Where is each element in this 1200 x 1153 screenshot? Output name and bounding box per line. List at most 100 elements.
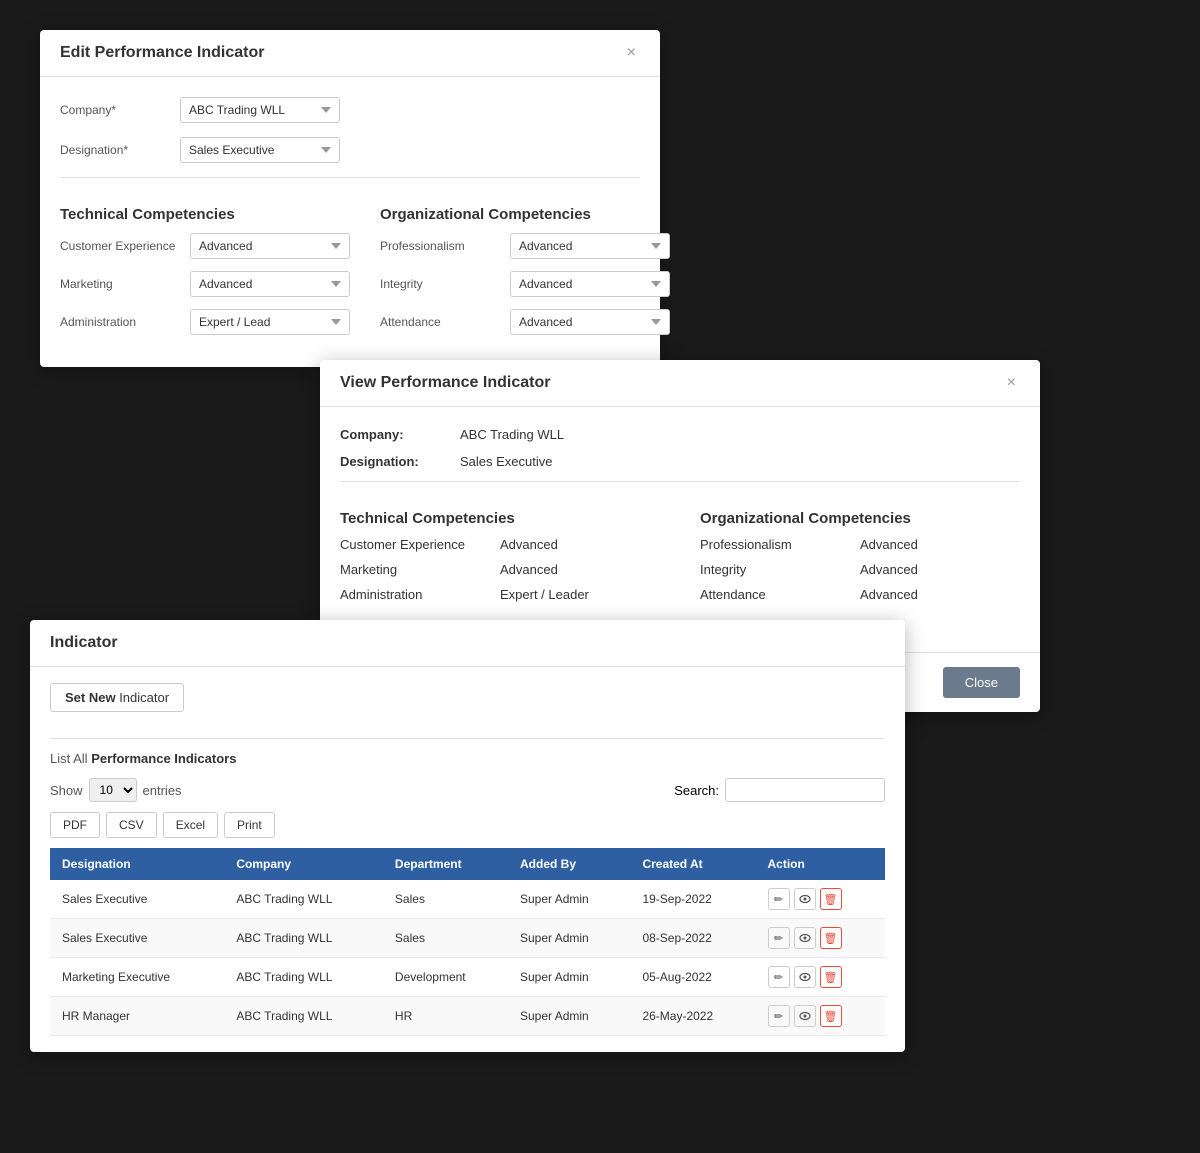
list-panel: Indicator Set New Indicator List All Per… <box>30 620 905 1052</box>
table-controls: Show 10 25 50 entries Search: <box>50 778 885 802</box>
search-label: Search: <box>674 783 719 798</box>
table-header-row: Designation Company Department Added By … <box>50 848 885 880</box>
action-icons: ✏ 🗑 <box>768 888 873 910</box>
edit-modal-close[interactable]: × <box>623 44 640 62</box>
designation-select[interactable]: Sales Executive <box>180 137 340 163</box>
cell-added-by: Super Admin <box>508 997 630 1036</box>
org-select-1[interactable]: Advanced <box>510 271 670 297</box>
edit-modal-header: Edit Performance Indicator × <box>40 30 660 77</box>
view-company-field: Company: ABC Trading WLL <box>340 427 1020 442</box>
cell-action: ✏ 🗑 <box>756 997 885 1036</box>
eye-icon <box>799 932 811 944</box>
view-tech-row-1: Marketing Advanced <box>340 562 660 577</box>
view-icon[interactable] <box>794 1005 816 1027</box>
table-row: Sales Executive ABC Trading WLL Sales Su… <box>50 880 885 919</box>
organizational-title: Organizational Competencies <box>380 206 670 223</box>
table-row: HR Manager ABC Trading WLL HR Super Admi… <box>50 997 885 1036</box>
cell-added-by: Super Admin <box>508 958 630 997</box>
eye-icon <box>799 971 811 983</box>
view-divider <box>340 481 1020 482</box>
view-company-value: ABC Trading WLL <box>460 427 564 442</box>
cell-department: HR <box>383 997 508 1036</box>
delete-icon[interactable]: 🗑 <box>820 927 842 949</box>
pdf-button[interactable]: PDF <box>50 812 100 838</box>
search-input[interactable] <box>725 778 885 802</box>
entries-label: entries <box>143 783 182 798</box>
technical-title: Technical Competencies <box>60 206 350 223</box>
table-row: Marketing Executive ABC Trading WLL Deve… <box>50 958 885 997</box>
tech-select-1[interactable]: Advanced <box>190 271 350 297</box>
excel-button[interactable]: Excel <box>163 812 218 838</box>
tech-label-1: Marketing <box>60 277 190 291</box>
view-tech-value-1: Advanced <box>500 562 558 577</box>
entries-select[interactable]: 10 25 50 <box>89 778 137 802</box>
delete-icon[interactable]: 🗑 <box>820 888 842 910</box>
delete-icon[interactable]: 🗑 <box>820 1005 842 1027</box>
edit-icon[interactable]: ✏ <box>768 927 790 949</box>
company-field: Company* ABC Trading WLL <box>60 97 640 123</box>
view-org-label-2: Attendance <box>700 587 860 602</box>
org-row-2: Attendance Advanced <box>380 309 670 335</box>
edit-modal: Edit Performance Indicator × Company* AB… <box>40 30 660 367</box>
view-tech-row-0: Customer Experience Advanced <box>340 537 660 552</box>
tech-select-0[interactable]: Advanced <box>190 233 350 259</box>
table-head: Designation Company Department Added By … <box>50 848 885 880</box>
search-box: Search: <box>674 778 885 802</box>
edit-icon[interactable]: ✏ <box>768 888 790 910</box>
th-created-at: Created At <box>630 848 755 880</box>
table-body: Sales Executive ABC Trading WLL Sales Su… <box>50 880 885 1036</box>
view-organizational-section: Organizational Competencies Professional… <box>700 494 1020 612</box>
view-organizational-title: Organizational Competencies <box>700 510 1020 527</box>
list-all-prefix: List All <box>50 751 88 766</box>
view-icon[interactable] <box>794 888 816 910</box>
view-tech-value-0: Advanced <box>500 537 558 552</box>
tech-label-0: Customer Experience <box>60 239 190 253</box>
set-new-suffix: Indicator <box>116 690 169 705</box>
view-icon[interactable] <box>794 927 816 949</box>
view-tech-label-1: Marketing <box>340 562 500 577</box>
organizational-section: Organizational Competencies Professional… <box>380 190 670 347</box>
view-designation-label: Designation: <box>340 454 460 469</box>
export-buttons: PDF CSV Excel Print <box>50 812 885 838</box>
cell-added-by: Super Admin <box>508 880 630 919</box>
view-org-row-0: Professionalism Advanced <box>700 537 1020 552</box>
org-select-2[interactable]: Advanced <box>510 309 670 335</box>
tech-row-1: Marketing Advanced <box>60 271 350 297</box>
cell-designation: Marketing Executive <box>50 958 224 997</box>
set-new-button[interactable]: Set New Indicator <box>50 683 184 712</box>
close-button[interactable]: Close <box>943 667 1020 698</box>
print-button[interactable]: Print <box>224 812 275 838</box>
cell-action: ✏ 🗑 <box>756 919 885 958</box>
show-label: Show <box>50 783 83 798</box>
list-panel-body: Set New Indicator List All Performance I… <box>30 667 905 1052</box>
cell-department: Sales <box>383 880 508 919</box>
cell-designation: Sales Executive <box>50 880 224 919</box>
list-all-suffix: Performance Indicators <box>91 751 236 766</box>
divider-1 <box>60 177 640 178</box>
org-row-0: Professionalism Advanced <box>380 233 670 259</box>
org-select-0[interactable]: Advanced <box>510 233 670 259</box>
view-icon[interactable] <box>794 966 816 988</box>
company-select[interactable]: ABC Trading WLL <box>180 97 340 123</box>
cell-action: ✏ 🗑 <box>756 880 885 919</box>
edit-icon[interactable]: ✏ <box>768 966 790 988</box>
edit-modal-title: Edit Performance Indicator <box>60 44 265 62</box>
cell-created-at: 08-Sep-2022 <box>630 919 755 958</box>
tech-row-2: Administration Expert / Lead <box>60 309 350 335</box>
edit-icon[interactable]: ✏ <box>768 1005 790 1027</box>
edit-modal-body: Company* ABC Trading WLL Designation* Sa… <box>40 77 660 367</box>
tech-select-2[interactable]: Expert / Lead <box>190 309 350 335</box>
competencies-grid: Technical Competencies Customer Experien… <box>60 190 640 347</box>
cell-created-at: 19-Sep-2022 <box>630 880 755 919</box>
view-tech-row-2: Administration Expert / Leader <box>340 587 660 602</box>
designation-label: Designation* <box>60 143 180 157</box>
view-modal-close[interactable]: × <box>1003 374 1020 392</box>
csv-button[interactable]: CSV <box>106 812 157 838</box>
list-divider <box>50 738 885 739</box>
list-all-label: List All Performance Indicators <box>50 751 885 766</box>
eye-icon <box>799 893 811 905</box>
action-icons: ✏ 🗑 <box>768 966 873 988</box>
view-org-label-1: Integrity <box>700 562 860 577</box>
delete-icon[interactable]: 🗑 <box>820 966 842 988</box>
data-table: Designation Company Department Added By … <box>50 848 885 1036</box>
